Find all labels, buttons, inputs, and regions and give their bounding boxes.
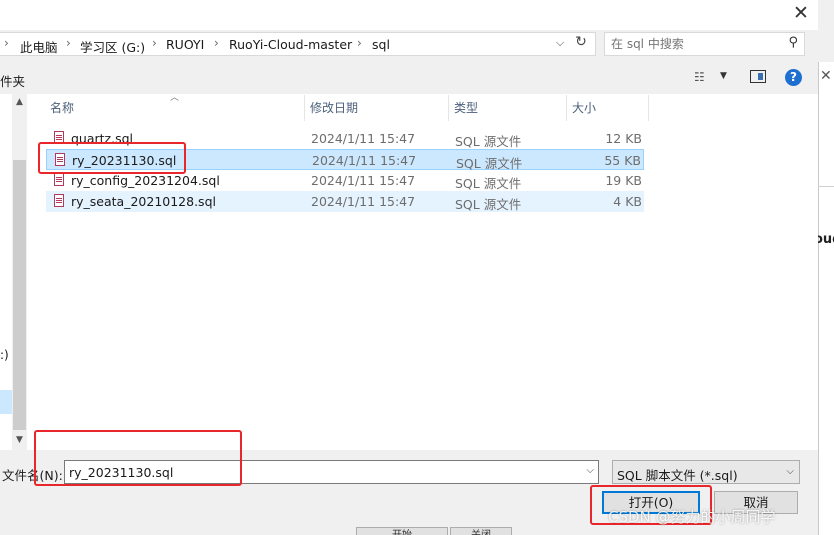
- address-bar[interactable]: › 此电脑 › 学习区 (G:) › RUOYI › RuoYi-Cloud-m…: [0, 32, 596, 56]
- column-header-size[interactable]: 大小: [568, 95, 648, 121]
- file-row-hover[interactable]: ry_seata_20210128.sql 2024/1/11 15:47 SQ…: [46, 191, 644, 212]
- filename-label: 文件名(N):: [2, 468, 63, 483]
- breadcrumb-separator: ›: [66, 36, 71, 50]
- new-folder-button[interactable]: 件夹: [0, 71, 25, 90]
- filetype-select[interactable]: SQL 脚本文件 (*.sql) ⌵: [612, 460, 800, 484]
- breadcrumb-separator: ›: [4, 36, 9, 50]
- file-type: SQL 源文件: [455, 134, 522, 149]
- watermark: CSDN @努力的小周同学: [608, 508, 776, 526]
- nav-item-drive[interactable]: :): [0, 348, 9, 362]
- search-box[interactable]: ⚲: [604, 32, 805, 56]
- chevron-down-icon[interactable]: ⌵: [586, 465, 594, 476]
- file-type: SQL 源文件: [455, 176, 522, 191]
- sql-file-icon: [54, 173, 64, 186]
- column-header-type[interactable]: 类型: [450, 95, 566, 121]
- breadcrumb-separator: ›: [214, 36, 219, 50]
- breadcrumb-ruoyi[interactable]: RUOYI: [166, 37, 204, 52]
- close-icon: ✕: [793, 2, 809, 24]
- breadcrumb-this-pc[interactable]: 此电脑: [20, 37, 58, 56]
- file-date: 2024/1/11 15:47: [311, 194, 416, 209]
- preview-pane-icon[interactable]: [750, 70, 766, 83]
- search-icon[interactable]: ⚲: [788, 35, 798, 50]
- file-row[interactable]: quartz.sql 2024/1/11 15:47 SQL 源文件 12 KB: [46, 128, 644, 149]
- file-type: SQL 源文件: [455, 197, 522, 212]
- refresh-icon[interactable]: ↻: [570, 34, 592, 54]
- breadcrumb-separator: ›: [152, 36, 157, 50]
- list-header: 名称 修改日期 类型 大小: [46, 95, 650, 121]
- nav-selected-item[interactable]: [0, 390, 12, 414]
- chevron-down-icon: ⌵: [786, 466, 794, 477]
- column-header-modified[interactable]: 修改日期: [306, 95, 448, 121]
- column-divider[interactable]: [304, 95, 305, 121]
- file-name: ry_20231130.sql: [72, 153, 177, 168]
- file-size: 19 KB: [605, 173, 642, 188]
- breadcrumb-sql[interactable]: sql: [372, 37, 390, 52]
- breadcrumb-drive[interactable]: 学习区 (G:): [80, 37, 145, 56]
- background-close-button: 关闭: [450, 527, 512, 535]
- background-close-icon: ✕: [820, 68, 832, 84]
- column-header-name[interactable]: 名称: [46, 95, 304, 121]
- file-size: 4 KB: [613, 194, 642, 209]
- filetype-value: SQL 脚本文件 (*.sql): [617, 468, 738, 483]
- filename-input[interactable]: [69, 463, 569, 481]
- column-divider[interactable]: [648, 95, 649, 121]
- file-name: quartz.sql: [71, 131, 134, 146]
- filename-field[interactable]: ⌵: [64, 460, 599, 484]
- file-row-selected[interactable]: ry_20231130.sql 2024/1/11 15:47 SQL 源文件 …: [46, 149, 644, 171]
- file-name: ry_seata_20210128.sql: [71, 194, 216, 209]
- file-size: 12 KB: [605, 131, 642, 146]
- sql-file-icon: [54, 131, 64, 144]
- title-bar: [0, 0, 818, 30]
- file-row[interactable]: ry_config_20231204.sql 2024/1/11 15:47 S…: [46, 170, 644, 191]
- view-options-icon[interactable]: ☷: [694, 70, 705, 84]
- sql-file-icon: [55, 153, 65, 166]
- sql-file-icon: [54, 194, 64, 207]
- search-input[interactable]: [611, 35, 779, 53]
- background-divider: [818, 186, 834, 187]
- scroll-up-icon[interactable]: ▲: [12, 94, 27, 110]
- caret-down-icon[interactable]: ▼: [720, 71, 727, 81]
- column-divider[interactable]: [566, 95, 567, 121]
- file-size: 55 KB: [604, 153, 641, 168]
- file-date: 2024/1/11 15:47: [311, 131, 416, 146]
- column-divider[interactable]: [448, 95, 449, 121]
- file-date: 2024/1/11 15:47: [312, 153, 417, 168]
- close-button[interactable]: ✕: [784, 0, 818, 28]
- file-date: 2024/1/11 15:47: [311, 173, 416, 188]
- breadcrumb-separator: ›: [357, 36, 362, 50]
- file-name: ry_config_20231204.sql: [71, 173, 220, 188]
- background-start-button: 开始: [356, 527, 448, 535]
- chevron-down-icon[interactable]: ⌵: [552, 36, 568, 52]
- scrollbar-thumb[interactable]: [13, 160, 26, 430]
- open-file-dialog: ✕ › 此电脑 › 学习区 (G:) › RUOYI › RuoYi-Cloud…: [0, 0, 818, 535]
- breadcrumb-ruoyi-cloud-master[interactable]: RuoYi-Cloud-master: [229, 37, 352, 52]
- background-window: [818, 62, 834, 535]
- help-icon[interactable]: ?: [785, 69, 802, 86]
- scroll-down-icon[interactable]: ▼: [12, 432, 27, 448]
